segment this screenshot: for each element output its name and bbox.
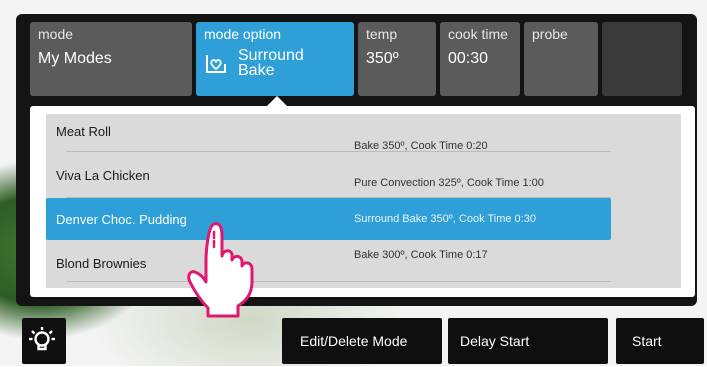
- delay-start-button[interactable]: Delay Start: [448, 318, 608, 364]
- tab-temp[interactable]: temp 350º: [358, 22, 436, 96]
- tab-temp-value: 350º: [366, 50, 399, 67]
- row-divider: [66, 281, 611, 282]
- tab-probe[interactable]: probe: [524, 22, 598, 96]
- tab-cook-time-value: 00:30: [448, 50, 489, 67]
- tab-pointer: [267, 96, 287, 106]
- mode-row-name: Viva La Chicken: [56, 168, 150, 183]
- tab-mode-option-line2: Bake: [238, 62, 275, 79]
- mode-row-blond-brownies[interactable]: Blond Brownies Bake 300º, Cook Time 0:17: [46, 244, 611, 282]
- light-button[interactable]: [22, 318, 66, 364]
- mode-row-denver-choc-pudding[interactable]: Denver Choc. Pudding Surround Bake 350º,…: [46, 198, 611, 240]
- pointing-hand-icon: [187, 222, 254, 318]
- mode-row-name: Meat Roll: [56, 124, 111, 139]
- mode-row-detail: Bake 300º, Cook Time 0:17: [354, 249, 488, 261]
- tab-mode-value: My Modes: [38, 50, 112, 67]
- row-divider: [66, 151, 611, 152]
- tab-mode-option-caption: mode option: [204, 26, 282, 42]
- tab-mode-option-line1: Surround: [238, 47, 304, 64]
- tab-empty: [602, 22, 682, 96]
- mode-row-detail: Surround Bake 350º, Cook Time 0:30: [354, 213, 536, 225]
- heart-dish-icon: [206, 55, 226, 73]
- tab-mode-option[interactable]: mode option Surround Bake: [196, 22, 354, 96]
- edit-delete-mode-label: Edit/Delete Mode: [300, 333, 408, 349]
- tab-mode[interactable]: mode My Modes: [30, 22, 192, 96]
- mode-row-detail: Pure Convection 325º, Cook Time 1:00: [354, 177, 544, 189]
- tab-mode-caption: mode: [38, 26, 74, 42]
- mode-row-name: Blond Brownies: [56, 256, 147, 271]
- edit-delete-mode-button[interactable]: Edit/Delete Mode: [282, 318, 442, 364]
- tab-probe-caption: probe: [532, 26, 568, 42]
- tab-cook-time-caption: cook time: [448, 26, 508, 42]
- start-label: Start: [632, 333, 662, 349]
- tab-temp-caption: temp: [366, 26, 398, 42]
- tab-cook-time[interactable]: cook time 00:30: [440, 22, 520, 96]
- start-button[interactable]: Start: [616, 318, 704, 364]
- delay-start-label: Delay Start: [460, 333, 530, 349]
- mode-row-meat-roll[interactable]: Meat Roll Bake 350º, Cook Time 0:20: [46, 114, 611, 152]
- mode-row-name: Denver Choc. Pudding: [56, 212, 187, 227]
- mode-row-viva-la-chicken[interactable]: Viva La Chicken Pure Convection 325º, Co…: [46, 160, 611, 198]
- light-bulb-icon: [29, 327, 55, 351]
